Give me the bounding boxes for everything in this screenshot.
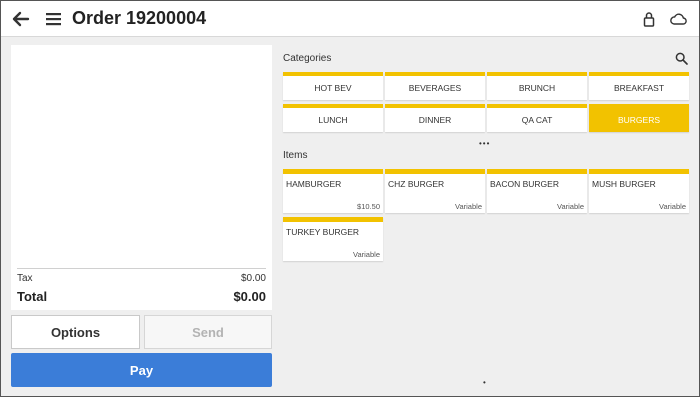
order-ticket-panel: Tax $0.00 Total $0.00 xyxy=(11,45,272,310)
total-label: Total xyxy=(17,289,48,304)
item-price: Variable xyxy=(353,250,380,259)
items-heading: Items xyxy=(283,150,308,161)
lock-icon[interactable] xyxy=(639,9,659,29)
item-bacon-burger[interactable]: BACON BURGER Variable xyxy=(487,169,587,213)
category-beverages[interactable]: BEVERAGES xyxy=(385,72,485,100)
pay-button[interactable]: Pay xyxy=(11,353,272,387)
item-name: TURKEY BURGER xyxy=(286,227,360,237)
total-row: Total $0.00 xyxy=(17,289,266,307)
ticket-divider xyxy=(17,268,266,269)
category-breakfast[interactable]: BREAKFAST xyxy=(589,72,689,100)
item-price: Variable xyxy=(659,202,686,211)
item-name: BACON BURGER xyxy=(490,179,559,189)
item-price: Variable xyxy=(557,202,584,211)
tax-row: Tax $0.00 xyxy=(17,273,266,287)
item-name: HAMBURGER xyxy=(286,179,342,189)
tax-label: Tax xyxy=(17,273,33,284)
tax-value: $0.00 xyxy=(240,273,266,284)
item-mush-burger[interactable]: MUSH BURGER Variable xyxy=(589,169,689,213)
items-page-indicator: • xyxy=(483,378,487,387)
category-qa-cat[interactable]: QA CAT xyxy=(487,104,587,132)
cloud-icon[interactable] xyxy=(668,9,688,29)
order-lines-area[interactable] xyxy=(11,45,272,268)
search-icon[interactable] xyxy=(675,52,688,65)
item-chz-burger[interactable]: CHZ BURGER Variable xyxy=(385,169,485,213)
page-title: Order 19200004 xyxy=(72,8,207,28)
categories-heading: Categories xyxy=(283,53,332,64)
item-name: CHZ BURGER xyxy=(388,179,445,189)
back-arrow-icon[interactable] xyxy=(11,9,31,29)
category-dinner[interactable]: DINNER xyxy=(385,104,485,132)
category-brunch[interactable]: BRUNCH xyxy=(487,72,587,100)
top-app-bar: Order 19200004 xyxy=(1,1,699,37)
item-name: MUSH BURGER xyxy=(592,179,656,189)
hamburger-menu-icon[interactable] xyxy=(44,9,64,29)
item-turkey-burger[interactable]: TURKEY BURGER Variable xyxy=(283,217,383,261)
send-button[interactable]: Send xyxy=(144,315,272,349)
category-hot-bev[interactable]: HOT BEV xyxy=(283,72,383,100)
item-price: $10.50 xyxy=(357,202,380,211)
item-price: Variable xyxy=(455,202,482,211)
options-button[interactable]: Options xyxy=(11,315,140,349)
category-burgers[interactable]: BURGERS xyxy=(589,104,689,132)
total-value: $0.00 xyxy=(233,289,266,304)
pos-screen: Order 19200004 Tax $0.00 Total $0.00 Opt… xyxy=(0,0,700,397)
item-hamburger[interactable]: HAMBURGER $10.50 xyxy=(283,169,383,213)
category-page-indicator: ••• xyxy=(479,139,491,148)
category-lunch[interactable]: LUNCH xyxy=(283,104,383,132)
